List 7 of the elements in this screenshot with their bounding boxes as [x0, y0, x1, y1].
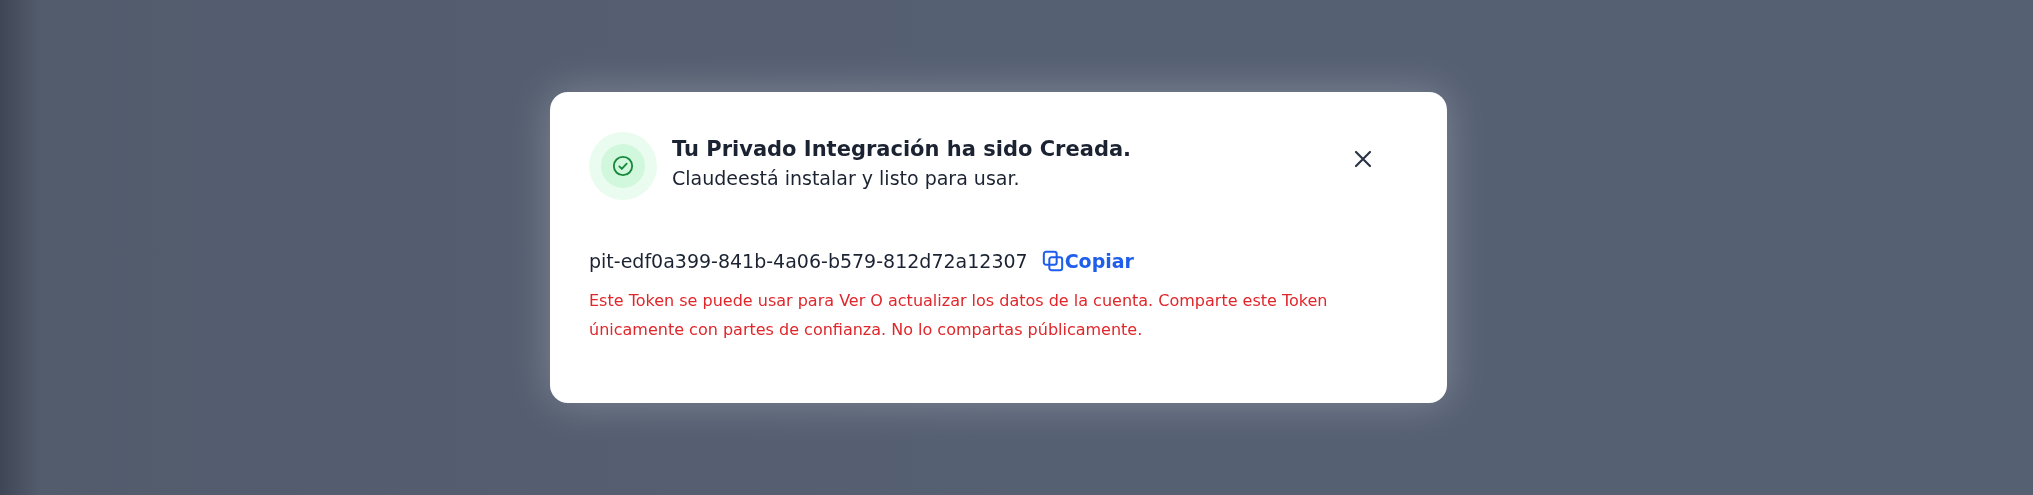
copy-button[interactable]: Copiar [1041, 250, 1134, 272]
dialog-title: Tu Privado Integración ha sido Creada. [672, 137, 1133, 161]
token-text: pit-edf0a399-841b-4a06-b579-812d72a12307 [589, 250, 1028, 272]
close-button[interactable] [1352, 148, 1374, 170]
warning-text: Este Token se puede usar para Ver O actualizar los datos de la cuenta. Comparte este Token únicamente con partes de confianza. No lo compartas públicamente. [589, 290, 1329, 341]
dialog-subtitle: Claudeestá instalar y listo para usar. [672, 167, 1021, 189]
copy-icon[interactable] [1041, 250, 1064, 272]
